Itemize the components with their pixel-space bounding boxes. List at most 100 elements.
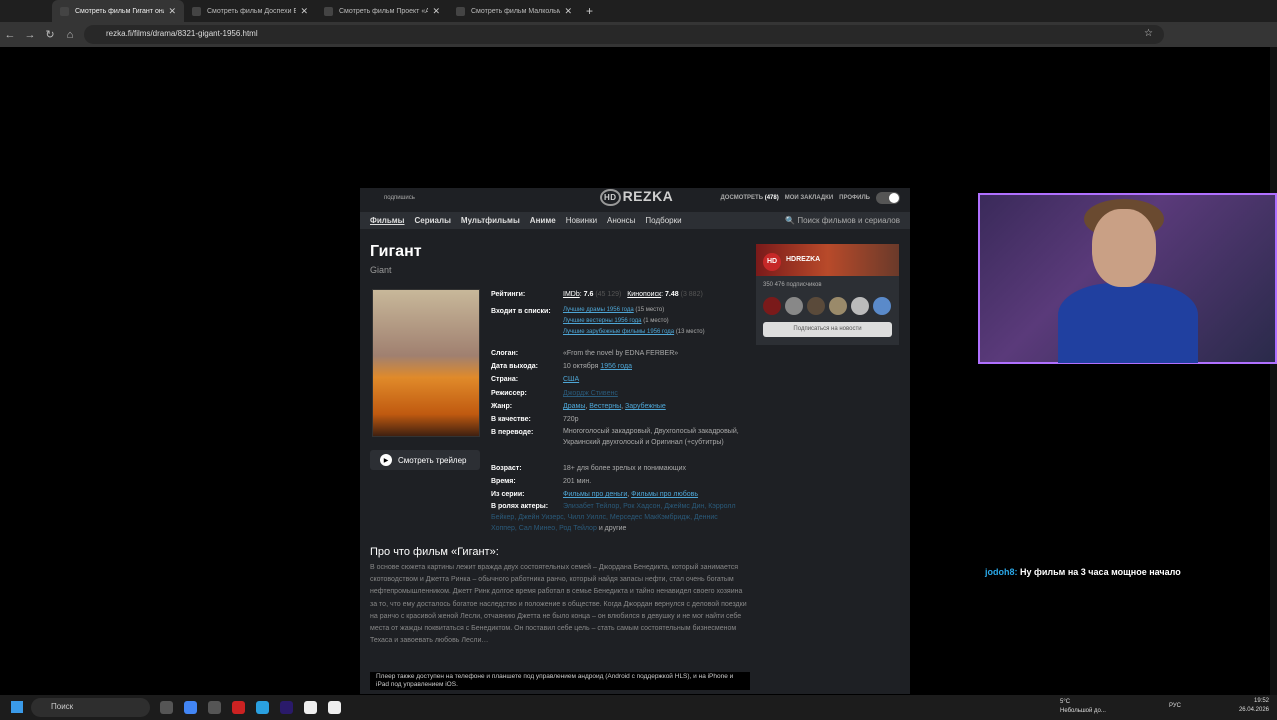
home-icon[interactable]: ⌂ [60, 29, 80, 41]
series-link[interactable]: Фильмы про деньги [563, 491, 627, 498]
time-label: Время: [491, 478, 516, 485]
kp-link[interactable]: Кинопоиск [627, 291, 661, 298]
list-link[interactable]: Лучшие зарубежные фильмы 1956 года [563, 329, 674, 335]
movie-original-title: Giant [370, 265, 392, 275]
list-link[interactable]: Лучшие вестерны 1956 года [563, 318, 642, 324]
bookmarks-link[interactable]: МОИ ЗАКЛАДКИ [785, 195, 833, 201]
clock-time: 19:52 [1253, 698, 1269, 704]
list-place: (1 место) [643, 318, 669, 324]
director-link[interactable]: Джордж Стивенс [563, 390, 618, 397]
webcam-person-face [1092, 209, 1156, 287]
series-link[interactable]: Фильмы про любовь [631, 491, 698, 498]
year-link[interactable]: 1956 года [600, 363, 632, 370]
app-icon[interactable] [208, 701, 221, 714]
list-place: (15 место) [635, 307, 665, 313]
language-indicator[interactable]: РУС [1169, 703, 1181, 709]
tab-title: Смотреть фильм Доспехи Бога [207, 7, 297, 15]
avatar[interactable] [807, 297, 825, 315]
star-icon[interactable]: ☆ [1144, 28, 1153, 39]
movie-poster[interactable] [372, 289, 480, 437]
theme-toggle[interactable] [876, 192, 900, 204]
imdb-link[interactable]: IMDb [563, 291, 580, 298]
nav-new[interactable]: Новинки [566, 216, 597, 225]
kp-votes: (3 882) [680, 291, 703, 298]
obs-icon[interactable] [304, 701, 317, 714]
chrome-icon[interactable] [184, 701, 197, 714]
taskbar-search[interactable]: Поиск [31, 698, 150, 717]
watch-later-link[interactable]: ДОСМОТРЕТЬ (478) [721, 195, 779, 201]
opera-icon[interactable] [232, 701, 245, 714]
weather-temp: 5°C [1060, 699, 1071, 705]
address-bar-row: ← → ↻ ⌂ rezka.fi/films/drama/8321-gigant… [0, 22, 1277, 47]
close-icon[interactable]: ✕ [432, 6, 440, 17]
scrollbar[interactable] [1270, 47, 1277, 695]
tab-gigant[interactable]: Смотреть фильм Гигант онлайн ✕ [52, 0, 184, 22]
rezka-favicon-icon [456, 6, 465, 16]
forward-icon[interactable]: → [20, 29, 40, 41]
avatar[interactable] [873, 297, 891, 315]
site-search[interactable]: 🔍 Поиск фильмов и сериалов [785, 216, 900, 225]
chat-username: jodoh8: [985, 567, 1018, 577]
quality-value: 720p [563, 416, 579, 423]
weather-widget[interactable]: 5°C Небольшой до... [1060, 698, 1106, 716]
nav-announces[interactable]: Анонсы [607, 216, 635, 225]
series-label: Из серии: [491, 491, 525, 498]
nav-cartoons[interactable]: Мультфильмы [461, 216, 520, 225]
avatar[interactable] [785, 297, 803, 315]
close-icon[interactable]: ✕ [300, 6, 308, 17]
webcam-overlay [978, 193, 1277, 364]
clock-date: 26.04.2026 [1238, 707, 1269, 713]
cast-more: и другие [598, 525, 627, 532]
movie-description: В основе сюжета картины лежит вражда дву… [370, 564, 747, 645]
nav-anime[interactable]: Аниме [530, 216, 556, 225]
date-label: Дата выхода: [491, 363, 538, 370]
genre-link[interactable]: Вестерны [589, 403, 621, 410]
genre-link[interactable]: Зарубежные [625, 403, 666, 410]
taskview-icon[interactable] [160, 701, 173, 714]
tab-malcolm[interactable]: Смотреть фильм Малкольм Икс✕ [448, 0, 580, 22]
avatar[interactable] [829, 297, 847, 315]
site-logo[interactable]: HD REZKA [600, 188, 673, 206]
webcam-person [1058, 283, 1198, 363]
profile-link[interactable]: ПРОФИЛЬ [839, 195, 870, 201]
nav-films[interactable]: Фильмы [370, 216, 405, 225]
genre-link[interactable]: Драмы [563, 403, 585, 410]
clock[interactable]: 19:52 26.04.2026 [1239, 697, 1269, 715]
url-field[interactable]: rezka.fi/films/drama/8321-gigant-1956.ht… [84, 25, 1164, 44]
avatar[interactable] [851, 297, 869, 315]
age-value: 18+ для более зрелых и понимающих [563, 465, 687, 472]
obs-icon[interactable] [328, 701, 341, 714]
telegram-icon[interactable] [256, 701, 269, 714]
chat-text: Ну фильм на 3 часа мощное начало [1020, 567, 1181, 577]
tab-title: Смотреть фильм Проект «Аце [339, 7, 429, 15]
tab-dospehi[interactable]: Смотреть фильм Доспехи Бога✕ [184, 0, 316, 22]
windows-start-icon[interactable] [11, 701, 23, 713]
close-icon[interactable]: ✕ [168, 6, 176, 17]
imdb-votes: (45 129) [595, 291, 622, 298]
about-title: Про что фильм «Гигант»: [370, 546, 499, 558]
trailer-button[interactable]: ▶ Смотреть трейлер [370, 450, 480, 470]
imdb-score: 7.6 [583, 291, 594, 298]
list-link[interactable]: Лучшие драмы 1956 года [563, 307, 634, 313]
tab-proekt[interactable]: Смотреть фильм Проект «Аце ✕ [316, 0, 448, 22]
reload-icon[interactable]: ↻ [40, 28, 60, 41]
vk-name[interactable]: HDREZKA [786, 256, 820, 263]
back-icon[interactable]: ← [0, 29, 20, 41]
cast-label: В ролях актеры: [491, 503, 549, 510]
quality-label: В качестве: [491, 416, 531, 423]
close-icon[interactable]: ✕ [564, 6, 572, 17]
premiere-icon[interactable] [280, 701, 293, 714]
avatar[interactable] [763, 297, 781, 315]
lists-label: Входит в списки: [491, 308, 551, 315]
vk-subscribe-button[interactable]: Подписаться на новости [763, 322, 892, 337]
weather-desc: Небольшой до... [1060, 708, 1106, 714]
subscribe-link[interactable]: подпишись [384, 195, 415, 201]
nav-series[interactable]: Сериалы [415, 216, 451, 225]
country-link[interactable]: США [563, 376, 579, 383]
new-tab-button[interactable]: + [586, 4, 593, 18]
nav-collections[interactable]: Подборки [645, 216, 681, 225]
genre-label: Жанр: [491, 403, 513, 410]
age-label: Возраст: [491, 465, 522, 472]
ratings-label: Рейтинги: [491, 291, 526, 298]
player-note: Плеер также доступен на телефоне и планш… [370, 672, 750, 690]
